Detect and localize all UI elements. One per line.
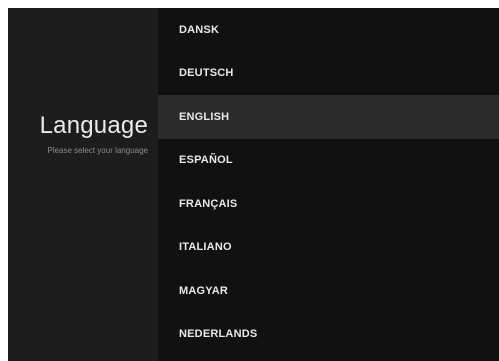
language-label: MAGYAR (179, 284, 229, 297)
language-item-magyar[interactable]: MAGYAR (158, 269, 499, 313)
language-item-italiano[interactable]: ITALIANO (158, 226, 499, 270)
language-label: FRANÇAIS (179, 197, 238, 210)
language-item-francais[interactable]: FRANÇAIS (158, 182, 499, 226)
language-label: DEUTSCH (179, 67, 234, 80)
language-label: ITALIANO (179, 241, 232, 254)
language-label: NEDERLANDS (179, 328, 258, 341)
page-title: Language (39, 112, 148, 139)
language-label: ENGLISH (179, 110, 230, 123)
language-item-nederlands[interactable]: NEDERLANDS (158, 313, 499, 357)
language-item-english[interactable]: ENGLISH (158, 95, 499, 139)
language-item-deutsch[interactable]: DEUTSCH (158, 52, 499, 96)
language-screen: Language Please select your language DAN… (8, 8, 499, 361)
language-label: ESPAÑOL (179, 154, 233, 167)
page-subtitle: Please select your language (47, 146, 148, 155)
header-panel: Language Please select your language (8, 8, 158, 361)
language-item-dansk[interactable]: DANSK (158, 8, 499, 52)
language-item-espanol[interactable]: ESPAÑOL (158, 139, 499, 183)
language-list: DANSK DEUTSCH ENGLISH ESPAÑOL FRANÇAIS I… (158, 8, 499, 361)
language-label: DANSK (179, 23, 220, 36)
